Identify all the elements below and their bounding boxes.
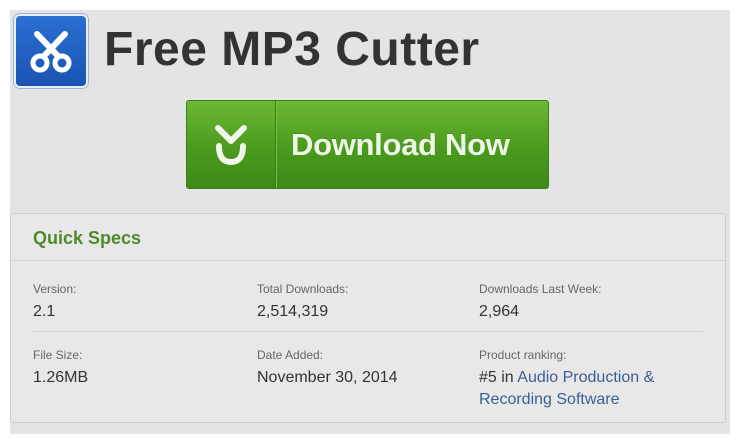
chevron-down-icon (215, 124, 247, 165)
download-now-button[interactable]: Download Now (186, 100, 549, 189)
spec-total-downloads-label: Total Downloads: (257, 282, 349, 296)
spec-date-added-value: November 30, 2014 (257, 369, 398, 386)
spec-version-value: 2.1 (33, 303, 56, 320)
spec-downloads-last-week-value: 2,964 (479, 303, 520, 320)
spec-file-size: File Size: 1.26MB (33, 348, 253, 389)
spec-total-downloads: Total Downloads: 2,514,319 (257, 282, 477, 323)
quick-specs-title: Quick Specs (33, 228, 142, 248)
spec-product-ranking: Product ranking: #5 in Audio Production … (479, 348, 669, 411)
scissors-icon (30, 31, 72, 73)
spec-downloads-last-week-label: Downloads Last Week: (479, 282, 602, 296)
spec-downloads-last-week: Downloads Last Week: 2,964 (479, 282, 699, 323)
quick-specs-header: Quick Specs (11, 214, 725, 261)
spec-version: Version: 2.1 (33, 282, 253, 323)
app-icon (14, 14, 88, 88)
app-title: Free MP3 Cutter (104, 23, 480, 76)
quick-specs-panel: Quick Specs Version: 2.1 Total Downloads… (10, 213, 726, 423)
spec-file-size-value: 1.26MB (33, 369, 89, 386)
download-now-label: Download Now (291, 127, 510, 162)
spec-product-ranking-label: Product ranking: (479, 348, 567, 362)
spec-version-label: Version: (33, 282, 77, 296)
spec-date-added: Date Added: November 30, 2014 (257, 348, 477, 389)
product-rank: #5 in (479, 369, 518, 386)
spec-file-size-label: File Size: (33, 348, 83, 362)
spec-product-ranking-value: #5 in Audio Production & Recording Softw… (479, 367, 669, 411)
spec-total-downloads-value: 2,514,319 (257, 303, 329, 320)
spec-date-added-label: Date Added: (257, 348, 324, 362)
specs-row-divider (33, 331, 703, 332)
product-page: Free MP3 Cutter Download Now Quick Specs… (10, 10, 730, 434)
download-icon-zone (187, 101, 276, 188)
